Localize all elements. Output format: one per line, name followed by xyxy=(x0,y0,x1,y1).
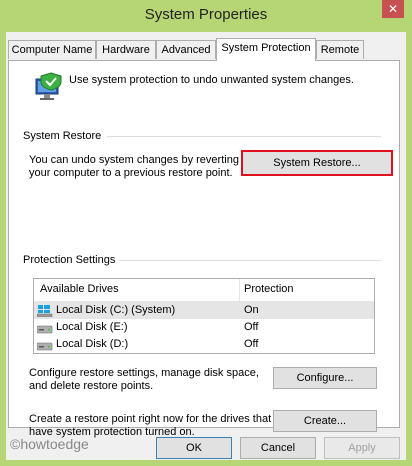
drive-icon xyxy=(36,322,53,337)
ok-button[interactable]: OK xyxy=(156,437,232,459)
cancel-button[interactable]: Cancel xyxy=(240,437,316,459)
configure-description-line2: and delete restore points. xyxy=(29,380,154,392)
column-header-available-drives[interactable]: Available Drives xyxy=(40,283,119,295)
column-header-protection[interactable]: Protection xyxy=(244,283,294,295)
system-protection-icon xyxy=(31,71,63,103)
drive-name: Local Disk (C:) (System) xyxy=(56,304,176,316)
apply-button[interactable]: Apply xyxy=(324,437,400,459)
tab-advanced[interactable]: Advanced xyxy=(156,40,216,59)
protection-settings-heading: Protection Settings xyxy=(23,254,116,266)
close-icon: ✕ xyxy=(387,2,399,16)
close-button[interactable]: ✕ xyxy=(382,0,404,18)
column-separator[interactable] xyxy=(239,279,240,301)
drive-name: Local Disk (D:) xyxy=(56,338,129,350)
drive-icon xyxy=(36,339,53,354)
tab-system-protection[interactable]: System Protection xyxy=(216,38,316,61)
drive-protection-status: Off xyxy=(244,321,259,333)
drive-row[interactable]: Local Disk (D:) Off xyxy=(34,336,374,353)
configure-button[interactable]: Configure... xyxy=(273,367,377,389)
windows-drive-icon xyxy=(36,305,53,320)
title-bar[interactable]: System Properties ✕ xyxy=(0,0,412,32)
create-description-line1: Create a restore point right now for the… xyxy=(29,413,272,425)
drive-name: Local Disk (E:) xyxy=(56,321,128,333)
tab-computer-name[interactable]: Computer Name xyxy=(8,40,96,59)
intro-text: Use system protection to undo unwanted s… xyxy=(69,74,354,86)
create-button[interactable]: Create... xyxy=(273,410,377,432)
drives-list[interactable]: Available Drives Protection Local Disk (… xyxy=(33,278,375,354)
watermark-text: ©howtoedge xyxy=(10,436,89,452)
system-restore-heading: System Restore xyxy=(23,130,102,142)
tab-remote[interactable]: Remote xyxy=(316,40,364,59)
drive-protection-status: On xyxy=(244,304,259,316)
drives-list-header: Available Drives Protection xyxy=(34,279,374,302)
system-protection-panel: Use system protection to undo unwanted s… xyxy=(8,60,400,438)
system-restore-divider xyxy=(107,136,381,137)
system-restore-button[interactable]: System Restore... xyxy=(241,150,393,176)
drive-row[interactable]: Local Disk (C:) (System) On xyxy=(34,302,374,319)
system-restore-description-line2: your computer to a previous restore poin… xyxy=(29,167,233,179)
window-title: System Properties xyxy=(144,6,268,23)
drive-protection-status: Off xyxy=(244,338,259,350)
drive-row[interactable]: Local Disk (E:) Off xyxy=(34,319,374,336)
tab-hardware[interactable]: Hardware xyxy=(96,40,156,59)
system-properties-window: System Properties ✕ Computer Name Hardwa… xyxy=(0,0,412,466)
system-restore-description-line1: You can undo system changes by reverting xyxy=(29,154,239,166)
configure-description-line1: Configure restore settings, manage disk … xyxy=(29,367,259,379)
protection-settings-divider xyxy=(119,260,381,261)
dialog-client-area: Computer Name Hardware Advanced System P… xyxy=(6,32,406,460)
